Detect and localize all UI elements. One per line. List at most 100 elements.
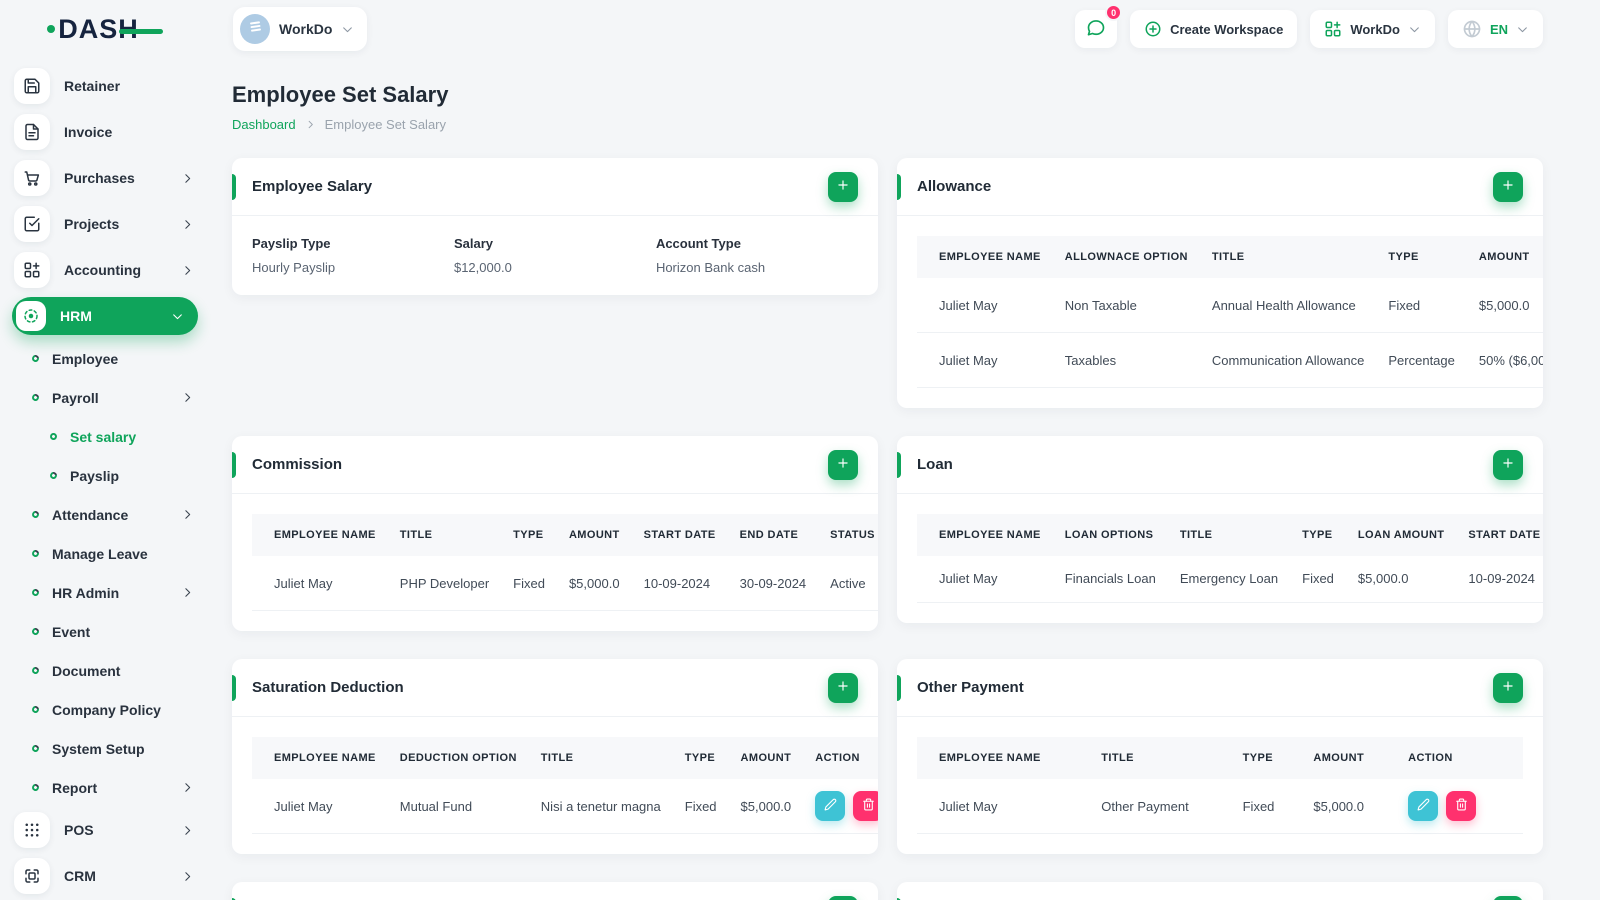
edit-button[interactable]	[1408, 791, 1439, 821]
language-selector[interactable]: EN	[1447, 10, 1543, 48]
column-header: TITLE	[528, 737, 673, 779]
add-other-payment-button[interactable]	[1493, 672, 1523, 703]
add-overtime-button[interactable]	[828, 895, 858, 900]
sidebar-item-hrm[interactable]: HRM	[12, 297, 198, 335]
sidebar-item-label: Purchases	[64, 170, 135, 186]
allowance-card: Allowance EMPLOYEE NAME ALLOWNACE OPTION T…	[897, 158, 1543, 408]
sidebar-item-label: Payslip	[70, 467, 120, 484]
table-cell: Percentage	[1376, 332, 1467, 388]
sidebar-item-payslip[interactable]: Payslip	[0, 456, 210, 495]
edit-button[interactable]	[815, 791, 846, 821]
sidebar-item-retainer[interactable]: Retainer	[0, 63, 210, 109]
chevron-right-icon	[181, 870, 194, 883]
breadcrumb-current: Employee Set Salary	[324, 117, 447, 132]
app-logo[interactable]: DASH	[47, 15, 163, 43]
sidebar-item-label: System Setup	[52, 740, 145, 757]
table-cell: Juliet May	[252, 779, 388, 834]
commission-card: Commission EMPLOYEE NAME TITLE TYPE AMOUNT S…	[232, 436, 878, 631]
table-cell: Annual Health Allowance	[1199, 278, 1377, 333]
card-accent-bar	[897, 675, 901, 701]
sidebar-item-payroll[interactable]: Payroll	[0, 378, 210, 417]
add-allowance-button[interactable]	[1493, 171, 1523, 202]
column-header: TYPE	[1290, 514, 1346, 556]
sidebar-item-system-setup[interactable]: System Setup	[0, 729, 210, 768]
sidebar-item-pos[interactable]: POS	[0, 807, 210, 853]
account-type-field: Account Type Horizon Bank cash	[655, 236, 766, 275]
column-header: TITLE	[1089, 737, 1231, 779]
bullet-icon	[30, 353, 41, 364]
delete-button[interactable]	[1446, 791, 1477, 821]
sidebar-item-label: Payroll	[52, 389, 99, 406]
table-row: Juliet May Taxables Communication Allowanc…	[917, 332, 1543, 388]
delete-button[interactable]	[853, 791, 878, 821]
plus-circle-icon	[1144, 20, 1162, 38]
chat-icon	[1086, 18, 1106, 41]
chevron-right-icon	[181, 508, 194, 521]
column-header: TYPE	[1230, 737, 1302, 779]
sidebar-item-company-policy[interactable]: Company Policy	[0, 690, 210, 729]
card-title: Commission	[252, 456, 343, 473]
column-header: AMOUNT	[1466, 236, 1543, 278]
workspace-selector-label: WorkDo	[279, 21, 333, 37]
crm-icon	[14, 858, 50, 894]
cart-icon	[14, 160, 50, 196]
chevron-down-icon	[1516, 23, 1529, 36]
language-label: EN	[1489, 21, 1508, 37]
add-loan-button[interactable]	[1493, 449, 1523, 480]
messages-button[interactable]: 0	[1075, 4, 1123, 48]
table-cell: 30-09-2024	[727, 556, 819, 611]
workspace-menu-label: WorkDo	[1350, 21, 1400, 37]
column-header: TYPE	[1376, 236, 1467, 278]
chevron-down-icon	[1408, 23, 1421, 36]
bullet-icon	[30, 548, 41, 559]
bullet-icon	[30, 509, 41, 520]
table-cell: Juliet May	[917, 779, 1090, 834]
workspace-selector[interactable]: WorkDo	[233, 7, 368, 51]
table-cell: $5,000.0	[556, 556, 632, 611]
table-cell: PHP Developer	[387, 556, 502, 611]
sidebar-item-set-salary[interactable]: Set salary	[0, 417, 210, 456]
sidebar-item-purchases[interactable]: Purchases	[0, 155, 210, 201]
sidebar-item-projects[interactable]: Projects	[0, 201, 210, 247]
sidebar-item-label: Invoice	[64, 124, 113, 140]
other-payment-card: Other Payment EMPLOYEE NAME TITLE TYPE AMOU…	[897, 659, 1543, 854]
column-header: EMPLOYEE NAME	[917, 737, 1090, 779]
sidebar-item-event[interactable]: Event	[0, 612, 210, 651]
breadcrumb-dashboard-link[interactable]: Dashboard	[232, 117, 296, 132]
bullet-icon	[48, 470, 59, 481]
sidebar-item-employee[interactable]: Employee	[0, 339, 210, 378]
sidebar-item-document[interactable]: Document	[0, 651, 210, 690]
table-row: Juliet May Other Payment Fixed $5,000.0	[917, 779, 1523, 834]
payslip-type-field: Payslip Type Hourly Payslip	[252, 236, 336, 275]
sidebar-item-accounting[interactable]: Accounting	[0, 247, 210, 293]
create-workspace-button[interactable]: Create Workspace	[1130, 10, 1298, 48]
sidebar-item-hr-admin[interactable]: HR Admin	[0, 573, 210, 612]
table-cell: $5,000.0	[1301, 779, 1397, 834]
add-company-contribution-button[interactable]	[1493, 895, 1523, 900]
sidebar-item-crm[interactable]: CRM	[0, 853, 210, 899]
action-cell	[1396, 779, 1523, 834]
main-content: Employee Set Salary Dashboard Employee S…	[210, 58, 1600, 900]
table-cell: Juliet May	[917, 332, 1053, 388]
sidebar-item-invoice[interactable]: Invoice	[0, 109, 210, 155]
table-row: Juliet May Financials Loan Emergency Loan F…	[917, 556, 1543, 603]
add-employee-salary-button[interactable]	[828, 171, 858, 202]
sidebar-item-label: Employee	[52, 350, 119, 367]
commission-table: EMPLOYEE NAME TITLE TYPE AMOUNT START DATE EN…	[252, 514, 878, 611]
table-cell: 10-09-2024	[631, 556, 728, 611]
table-cell: Juliet May	[252, 556, 388, 611]
add-commission-button[interactable]	[828, 449, 858, 480]
chevron-right-icon	[181, 781, 194, 794]
pencil-icon	[824, 798, 837, 814]
workspace-avatar	[240, 14, 270, 44]
sidebar-item-label: Accounting	[64, 262, 141, 278]
sidebar-item-report[interactable]: Report	[0, 768, 210, 807]
sidebar-item-attendance[interactable]: Attendance	[0, 495, 210, 534]
add-saturation-deduction-button[interactable]	[828, 672, 858, 703]
table-cell: Communication Allowance	[1199, 332, 1377, 388]
table-cell: Fixed	[1376, 278, 1467, 333]
chevron-right-icon	[181, 586, 194, 599]
sidebar-item-manage-leave[interactable]: Manage Leave	[0, 534, 210, 573]
workspace-menu-button[interactable]: WorkDo	[1310, 10, 1435, 48]
column-header: LOAN AMOUNT	[1345, 514, 1457, 556]
